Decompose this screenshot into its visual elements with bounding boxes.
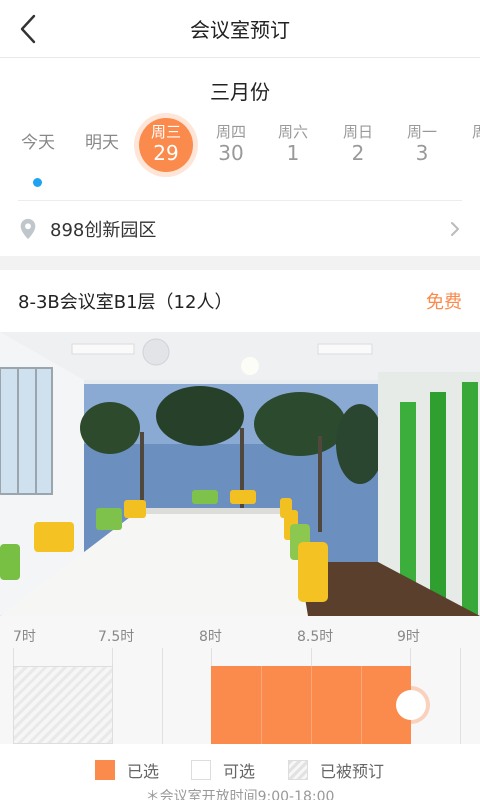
date-wed-29[interactable]: 周三 29 (139, 118, 193, 178)
slot-separator (361, 666, 362, 744)
date-weekday: 周日 (342, 123, 373, 141)
location-name: 898创新园区 (50, 219, 157, 241)
date-weekday: 周四 (215, 123, 246, 141)
date-day: 1 (286, 141, 300, 165)
slot-separator (311, 666, 312, 744)
chevron-right-icon (451, 221, 459, 236)
room-price: 免费 (426, 292, 462, 313)
date-sun-2[interactable]: 周日 2 (331, 118, 385, 178)
date-weekday: 周三 (150, 123, 181, 141)
slot-resize-handle[interactable] (396, 690, 426, 720)
tick-line (162, 648, 163, 744)
date-weekday: 周一 (406, 123, 437, 141)
legend-label: 已选 (127, 762, 160, 781)
legend-swatch-booked (288, 760, 308, 780)
legend-booked: 已被预订 (288, 758, 384, 782)
page-title: 会议室预订 (190, 18, 290, 42)
date-day: 29 (153, 141, 179, 165)
room-photo-illustration (0, 332, 480, 616)
today-indicator-dot (33, 178, 42, 187)
slot-separator (261, 666, 262, 744)
date-day: 2 (351, 141, 365, 165)
legend-label: 已被预订 (320, 762, 385, 781)
section-divider (0, 256, 480, 270)
tick-label: 7.5时 (98, 629, 135, 645)
date-label: 明天 (85, 133, 119, 153)
room-photo (0, 332, 480, 616)
date-tomorrow[interactable]: 明天 (75, 118, 129, 178)
legend-selected: 已选 (95, 758, 159, 782)
tick-label: 7时 (13, 629, 36, 645)
opening-hours-note: ＊会议室开放时间9:00-18:00 (145, 789, 335, 800)
location-selector[interactable]: 898创新园区 (18, 200, 462, 256)
month-label: 三月份 (210, 80, 270, 104)
date-thu-30[interactable]: 周四 30 (204, 118, 258, 178)
date-mon-3[interactable]: 周一 3 (395, 118, 449, 178)
room-name: 8-3B会议室B1层（12人） (18, 292, 233, 313)
date-strip: 今天 明天 周三 29 周四 30 周六 1 周日 2 周一 3 周 (0, 118, 480, 190)
tick-label: 8时 (199, 629, 222, 645)
date-next-partial[interactable]: 周 (456, 118, 480, 178)
selected-slot[interactable] (211, 666, 411, 744)
legend-available: 可选 (191, 758, 255, 782)
tick-label: 9时 (397, 629, 420, 645)
booked-slot (13, 666, 113, 744)
date-today[interactable]: 今天 (11, 118, 65, 178)
app-header: 会议室预订 (0, 0, 480, 58)
date-weekday: 周六 (277, 123, 308, 141)
date-label: 今天 (21, 133, 55, 153)
legend-swatch-available (191, 760, 211, 780)
date-weekday: 周 (472, 123, 480, 141)
date-sat-1[interactable]: 周六 1 (266, 118, 320, 178)
time-slot-timeline[interactable]: 7时 7.5时 8时 8.5时 9时 (0, 616, 480, 744)
location-pin-icon (20, 218, 36, 239)
date-day: 3 (415, 141, 429, 165)
tick-label: 8.5时 (297, 629, 334, 645)
date-day: 30 (218, 141, 244, 165)
legend-label: 可选 (223, 762, 256, 781)
legend-swatch-selected (95, 760, 115, 780)
tick-line (460, 648, 461, 744)
room-header[interactable]: 8-3B会议室B1层（12人） 免费 (18, 270, 462, 332)
